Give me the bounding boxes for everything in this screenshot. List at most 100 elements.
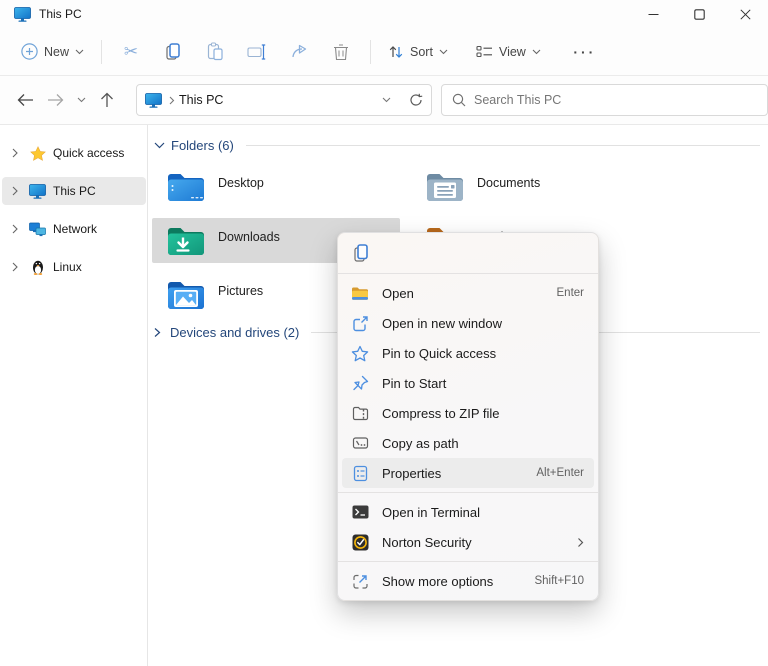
view-button-label: View (498, 44, 526, 59)
copy-button[interactable] (152, 35, 194, 69)
group-header-label: Devices and drives (2) (170, 325, 300, 340)
context-menu-list: Open Enter Open in new window Pin to Qui… (338, 274, 598, 600)
desktop-folder-icon (168, 173, 204, 201)
chevron-down-icon (75, 49, 84, 54)
menu-item-properties[interactable]: Properties Alt+Enter (342, 458, 594, 488)
folder-name: Desktop (218, 175, 264, 190)
open-folder-icon (352, 287, 368, 300)
up-button[interactable] (92, 85, 122, 115)
refresh-icon[interactable] (409, 93, 423, 107)
penguin-icon (32, 260, 43, 275)
search-icon (452, 93, 466, 107)
folder-name: Documents (477, 175, 541, 190)
paste-icon (207, 42, 223, 61)
view-button[interactable]: View (467, 35, 550, 69)
pin-quick-access-star-icon (351, 345, 369, 361)
cut-button[interactable]: ✂ (110, 35, 152, 69)
minimize-button[interactable] (630, 0, 676, 28)
window-title: This PC (39, 7, 82, 21)
menu-item-shortcut: Alt+Enter (536, 467, 584, 479)
expand-chevron-icon[interactable] (10, 262, 20, 272)
title-bar: This PC (0, 0, 768, 28)
delete-button[interactable] (320, 35, 362, 69)
menu-item-open-new-window[interactable]: Open in new window (342, 308, 594, 338)
maximize-icon (693, 8, 705, 20)
paste-button[interactable] (194, 35, 236, 69)
menu-item-open-in-terminal[interactable]: Open in Terminal (342, 497, 594, 527)
documents-folder-icon (427, 173, 463, 201)
new-button[interactable]: New (12, 35, 93, 69)
sort-button[interactable]: Sort (379, 35, 457, 69)
copy-icon (354, 244, 368, 262)
menu-item-copy-as-path[interactable]: Copy as path (342, 428, 594, 458)
sidebar-item-label: This PC (53, 184, 96, 198)
rename-button[interactable] (236, 35, 278, 69)
new-button-label: New (44, 44, 70, 59)
trash-icon (334, 43, 349, 60)
group-divider-line (245, 145, 760, 146)
menu-item-norton-security[interactable]: Norton Security (342, 527, 594, 557)
sidebar-item-network[interactable]: Network (2, 215, 146, 243)
recent-locations-button[interactable] (70, 85, 92, 115)
folder-name: Pictures (218, 283, 264, 298)
up-arrow-icon (101, 92, 113, 107)
folder-name: Downloads (218, 229, 280, 244)
expand-chevron-icon[interactable] (10, 224, 20, 234)
folder-tile-desktop[interactable]: Desktop (152, 164, 400, 209)
sidebar-item-this-pc[interactable]: This PC (2, 177, 146, 205)
collapse-chevron-icon[interactable] (154, 142, 165, 149)
submenu-chevron-icon (578, 537, 584, 547)
menu-item-show-more-options[interactable]: Show more options Shift+F10 (342, 566, 594, 596)
chevron-down-icon (532, 49, 541, 54)
search-box[interactable] (441, 84, 768, 116)
menu-item-shortcut: Shift+F10 (534, 575, 584, 587)
menu-item-label: Pin to Start (382, 375, 447, 391)
sort-button-label: Sort (410, 44, 433, 59)
close-icon (739, 8, 751, 20)
expand-chevron-icon[interactable] (10, 148, 20, 158)
menu-item-open[interactable]: Open Enter (342, 278, 594, 308)
monitor-icon (29, 183, 46, 199)
folder-tile-documents[interactable]: Documents (411, 164, 659, 209)
address-bar[interactable]: This PC (136, 84, 432, 116)
command-toolbar: New ✂ Sort View ··· (0, 28, 768, 76)
address-dropdown-icon[interactable] (382, 97, 391, 103)
menu-item-label: Open (382, 285, 414, 301)
expand-chevron-icon[interactable] (10, 186, 20, 196)
open-new-window-icon (352, 315, 368, 331)
sidebar-item-quick-access[interactable]: Quick access (2, 139, 146, 167)
menu-item-pin-quick-access[interactable]: Pin to Quick access (342, 338, 594, 368)
close-button[interactable] (722, 0, 768, 28)
group-header-folders[interactable]: Folders (6) (154, 138, 760, 153)
show-more-options-icon (352, 574, 368, 589)
pin-to-start-icon (352, 375, 368, 390)
forward-arrow-icon (47, 94, 63, 106)
toolbar-divider (101, 39, 103, 64)
forward-button[interactable] (40, 85, 70, 115)
share-button[interactable] (278, 35, 320, 69)
menu-item-label: Open in Terminal (382, 504, 481, 520)
back-button[interactable] (10, 85, 40, 115)
compress-zip-icon (352, 406, 368, 420)
menu-item-label: Copy as path (382, 435, 459, 451)
menu-item-pin-to-start[interactable]: Pin to Start (342, 368, 594, 398)
share-icon (291, 44, 306, 58)
menu-item-label: Show more options (382, 573, 494, 589)
menu-item-label: Compress to ZIP file (382, 405, 500, 421)
sidebar-item-linux[interactable]: Linux (2, 253, 146, 281)
copy-button[interactable] (346, 238, 376, 268)
see-more-button[interactable]: ··· (564, 35, 606, 69)
maximize-button[interactable] (676, 0, 722, 28)
sidebar-item-label: Linux (53, 260, 82, 274)
search-input[interactable] (474, 93, 757, 107)
properties-icon (353, 465, 367, 481)
chevron-down-icon (77, 97, 85, 103)
expand-chevron-icon[interactable] (154, 327, 161, 338)
breadcrumb[interactable]: This PC (179, 93, 382, 107)
sidebar-item-label: Quick access (53, 146, 125, 160)
menu-item-compress-zip[interactable]: Compress to ZIP file (342, 398, 594, 428)
menu-item-label: Pin to Quick access (382, 345, 497, 361)
cut-icon: ✂ (123, 41, 139, 61)
copy-icon (166, 43, 180, 60)
toolbar-divider (370, 39, 372, 64)
